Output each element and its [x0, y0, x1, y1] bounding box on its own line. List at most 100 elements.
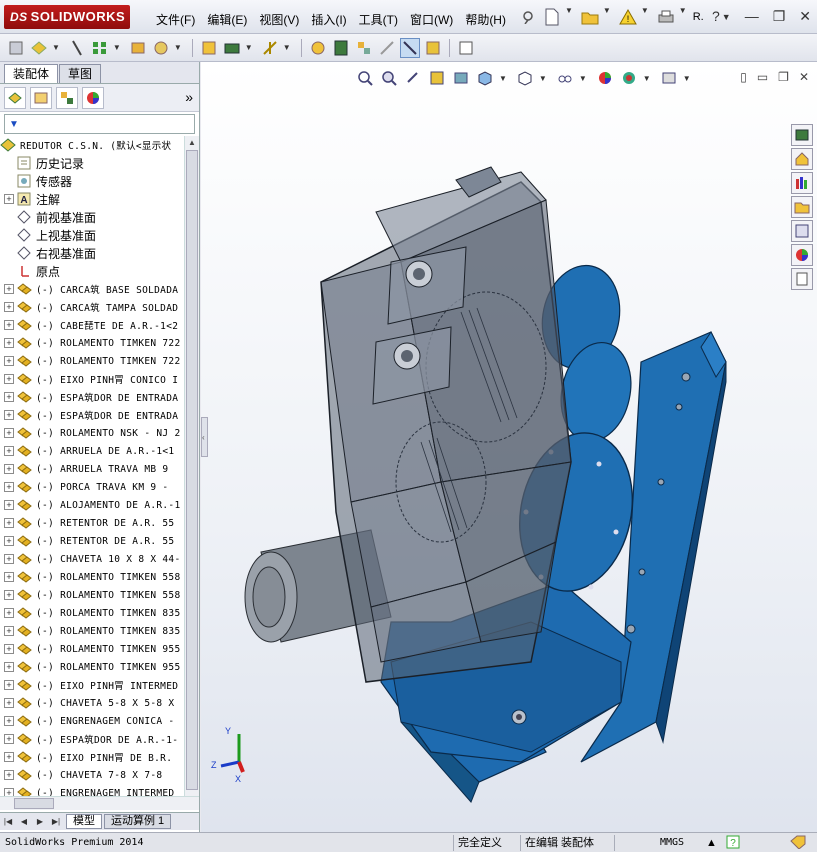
move-component-icon[interactable] [151, 38, 171, 58]
expand-toggle-icon[interactable]: + [4, 752, 14, 762]
expand-toggle-icon[interactable]: + [4, 302, 14, 312]
menu-edit[interactable]: 编辑(E) [201, 9, 253, 30]
large-assembly-mode-icon[interactable] [456, 38, 476, 58]
tab-assembly[interactable]: 装配体 [4, 64, 59, 83]
rebuild-dropdown-icon[interactable]: ▼ [641, 6, 649, 28]
expand-toggle-icon[interactable]: + [4, 500, 14, 510]
status-units[interactable]: MMGS [660, 835, 684, 851]
tree-component-row[interactable]: + (-) CARCA筑 BASE SOLDADA [0, 280, 184, 298]
tree-component-row[interactable]: + (-) CHAVETA 7-8 X 7-8 [0, 766, 184, 784]
new-dropdown-icon[interactable]: ▼ [565, 6, 573, 28]
new-motion-study-icon[interactable] [308, 38, 328, 58]
explode-line-sketch-icon[interactable] [377, 38, 397, 58]
reference-geometry-icon[interactable] [260, 38, 280, 58]
tree-horizontal-scrollbar[interactable] [0, 796, 199, 810]
smart-fasteners-icon[interactable] [128, 38, 148, 58]
tree-component-row[interactable]: + (-) ROLAMENTO TIMKEN 558 [0, 586, 184, 604]
expand-toggle-icon[interactable]: + [4, 554, 14, 564]
options-label[interactable]: R. [693, 6, 704, 28]
expand-toggle-icon[interactable]: + [4, 608, 14, 618]
new-part-icon[interactable] [29, 38, 49, 58]
tree-component-row[interactable]: + (-) ROLAMENTO TIMKEN 722 [0, 352, 184, 370]
menu-view[interactable]: 视图(V) [253, 9, 305, 30]
expand-toggle-icon[interactable]: + [4, 284, 14, 294]
scroll-up-icon[interactable]: ▲ [185, 136, 199, 150]
tree-component-row[interactable]: + (-) ARRUELA TRAVA MB 9 [0, 460, 184, 478]
tree-component-row[interactable]: + (-) RETENTOR DE A.R. 55 [0, 514, 184, 532]
mate-icon[interactable] [67, 38, 87, 58]
tree-component-row[interactable]: + (-) CABE琵TE DE A.R.-1<2 [0, 316, 184, 334]
restore-icon[interactable]: ❐ [773, 8, 786, 26]
configuration-manager-icon[interactable] [56, 86, 78, 109]
tree-component-row[interactable]: + (-) CHAVETA 10 X 8 X 44- [0, 550, 184, 568]
expand-toggle-icon[interactable]: + [4, 536, 14, 546]
tree-component-row[interactable]: + (-) EIXO PINH冐 DE B.R. [0, 748, 184, 766]
expand-toggle-icon[interactable]: + [4, 464, 14, 474]
expand-toggle-icon[interactable]: + [4, 518, 14, 528]
expand-toggle-icon[interactable]: + [4, 194, 14, 204]
tree-component-row[interactable]: + (-) ALOJAMENTO DE A.R.-1 [0, 496, 184, 514]
pattern-dropdown-icon[interactable]: ▼ [113, 43, 121, 52]
exploded-view-icon[interactable] [354, 38, 374, 58]
property-manager-icon[interactable] [30, 86, 52, 109]
expand-toggle-icon[interactable]: + [4, 446, 14, 456]
open-dropdown-icon[interactable]: ▼ [603, 6, 611, 28]
expand-toggle-icon[interactable]: + [4, 698, 14, 708]
more-tabs-icon[interactable]: » [185, 89, 193, 105]
tab-motion-study[interactable]: 运动算例 1 [104, 814, 172, 829]
graphics-area[interactable]: ▼ ▼ ▼ ▼ ▼ ▯ ▭ ❐ ✕ ‹ Y Z X [201, 62, 817, 832]
tree-component-row[interactable]: + (-) ARRUELA DE A.R.-1<1 [0, 442, 184, 460]
expand-toggle-icon[interactable]: + [4, 338, 14, 348]
menu-window[interactable]: 窗口(W) [404, 9, 459, 30]
tree-component-row[interactable]: + (-) CARCA筑 TAMPA SOLDAD [0, 298, 184, 316]
help-status-icon[interactable]: ? [726, 835, 740, 851]
rebuild-warning-icon[interactable]: ! [617, 6, 639, 28]
first-tab-icon[interactable]: |◀ [0, 817, 16, 826]
tree-feature-row[interactable]: 原点 [0, 262, 184, 280]
view-palette-icon[interactable] [791, 220, 813, 242]
bill-of-materials-icon[interactable] [331, 38, 351, 58]
tree-feature-row[interactable]: 传感器 [0, 172, 184, 190]
print-icon[interactable] [655, 6, 677, 28]
interference-detection-icon[interactable] [399, 37, 420, 58]
tree-feature-row[interactable]: 右视基准面 [0, 244, 184, 262]
custom-properties-icon[interactable] [791, 268, 813, 290]
tree-component-row[interactable]: + (-) ROLAMENTO NSK - NJ 2 [0, 424, 184, 442]
tree-component-row[interactable]: + (-) ROLAMENTO TIMKEN 835 [0, 604, 184, 622]
last-tab-icon[interactable]: ▶| [48, 817, 64, 826]
units-dropdown-icon[interactable]: ▲ [706, 835, 717, 851]
scroll-thumb[interactable] [186, 150, 198, 790]
move-dropdown-icon[interactable]: ▼ [174, 43, 182, 52]
tree-feature-row[interactable]: 历史记录 [0, 154, 184, 172]
tree-component-row[interactable]: + (-) ROLAMENTO TIMKEN 558 [0, 568, 184, 586]
expand-toggle-icon[interactable]: + [4, 356, 14, 366]
expand-toggle-icon[interactable]: + [4, 392, 14, 402]
tab-model[interactable]: 模型 [66, 814, 102, 829]
features-dropdown-icon[interactable]: ▼ [245, 43, 253, 52]
tree-feature-row[interactable]: 上视基准面 [0, 226, 184, 244]
tree-feature-row[interactable]: 前视基准面 [0, 208, 184, 226]
expand-toggle-icon[interactable]: + [4, 662, 14, 672]
tree-component-row[interactable]: + (-) EIXO PINH冐 INTERMED [0, 676, 184, 694]
help-question-icon[interactable]: ? [712, 8, 720, 26]
close-icon[interactable]: ✕ [799, 8, 811, 26]
filter-icon[interactable]: ▼ [9, 119, 19, 130]
tree-component-row[interactable]: + (-) ROLAMENTO TIMKEN 955 [0, 640, 184, 658]
print-dropdown-icon[interactable]: ▼ [679, 6, 687, 28]
tag-icon[interactable] [790, 835, 806, 851]
file-explorer-icon[interactable] [791, 196, 813, 218]
display-manager-icon[interactable] [82, 86, 104, 109]
expand-toggle-icon[interactable]: + [4, 572, 14, 582]
clearance-verification-icon[interactable] [423, 38, 443, 58]
expand-toggle-icon[interactable]: + [4, 590, 14, 600]
show-hidden-components-icon[interactable] [199, 38, 219, 58]
expand-toggle-icon[interactable]: + [4, 428, 14, 438]
tree-component-row[interactable]: + (-) ENGRENAGEM CONICA - [0, 712, 184, 730]
new-part-dropdown-icon[interactable]: ▼ [52, 43, 60, 52]
solidworks-logo[interactable]: DS SOLIDWORKS [4, 5, 130, 29]
expand-toggle-icon[interactable]: + [4, 320, 14, 330]
tree-component-row[interactable]: + (-) ROLAMENTO TIMKEN 722 [0, 334, 184, 352]
prev-tab-icon[interactable]: ◀ [16, 817, 32, 826]
expand-toggle-icon[interactable]: + [4, 626, 14, 636]
expand-toggle-icon[interactable]: + [4, 374, 14, 384]
